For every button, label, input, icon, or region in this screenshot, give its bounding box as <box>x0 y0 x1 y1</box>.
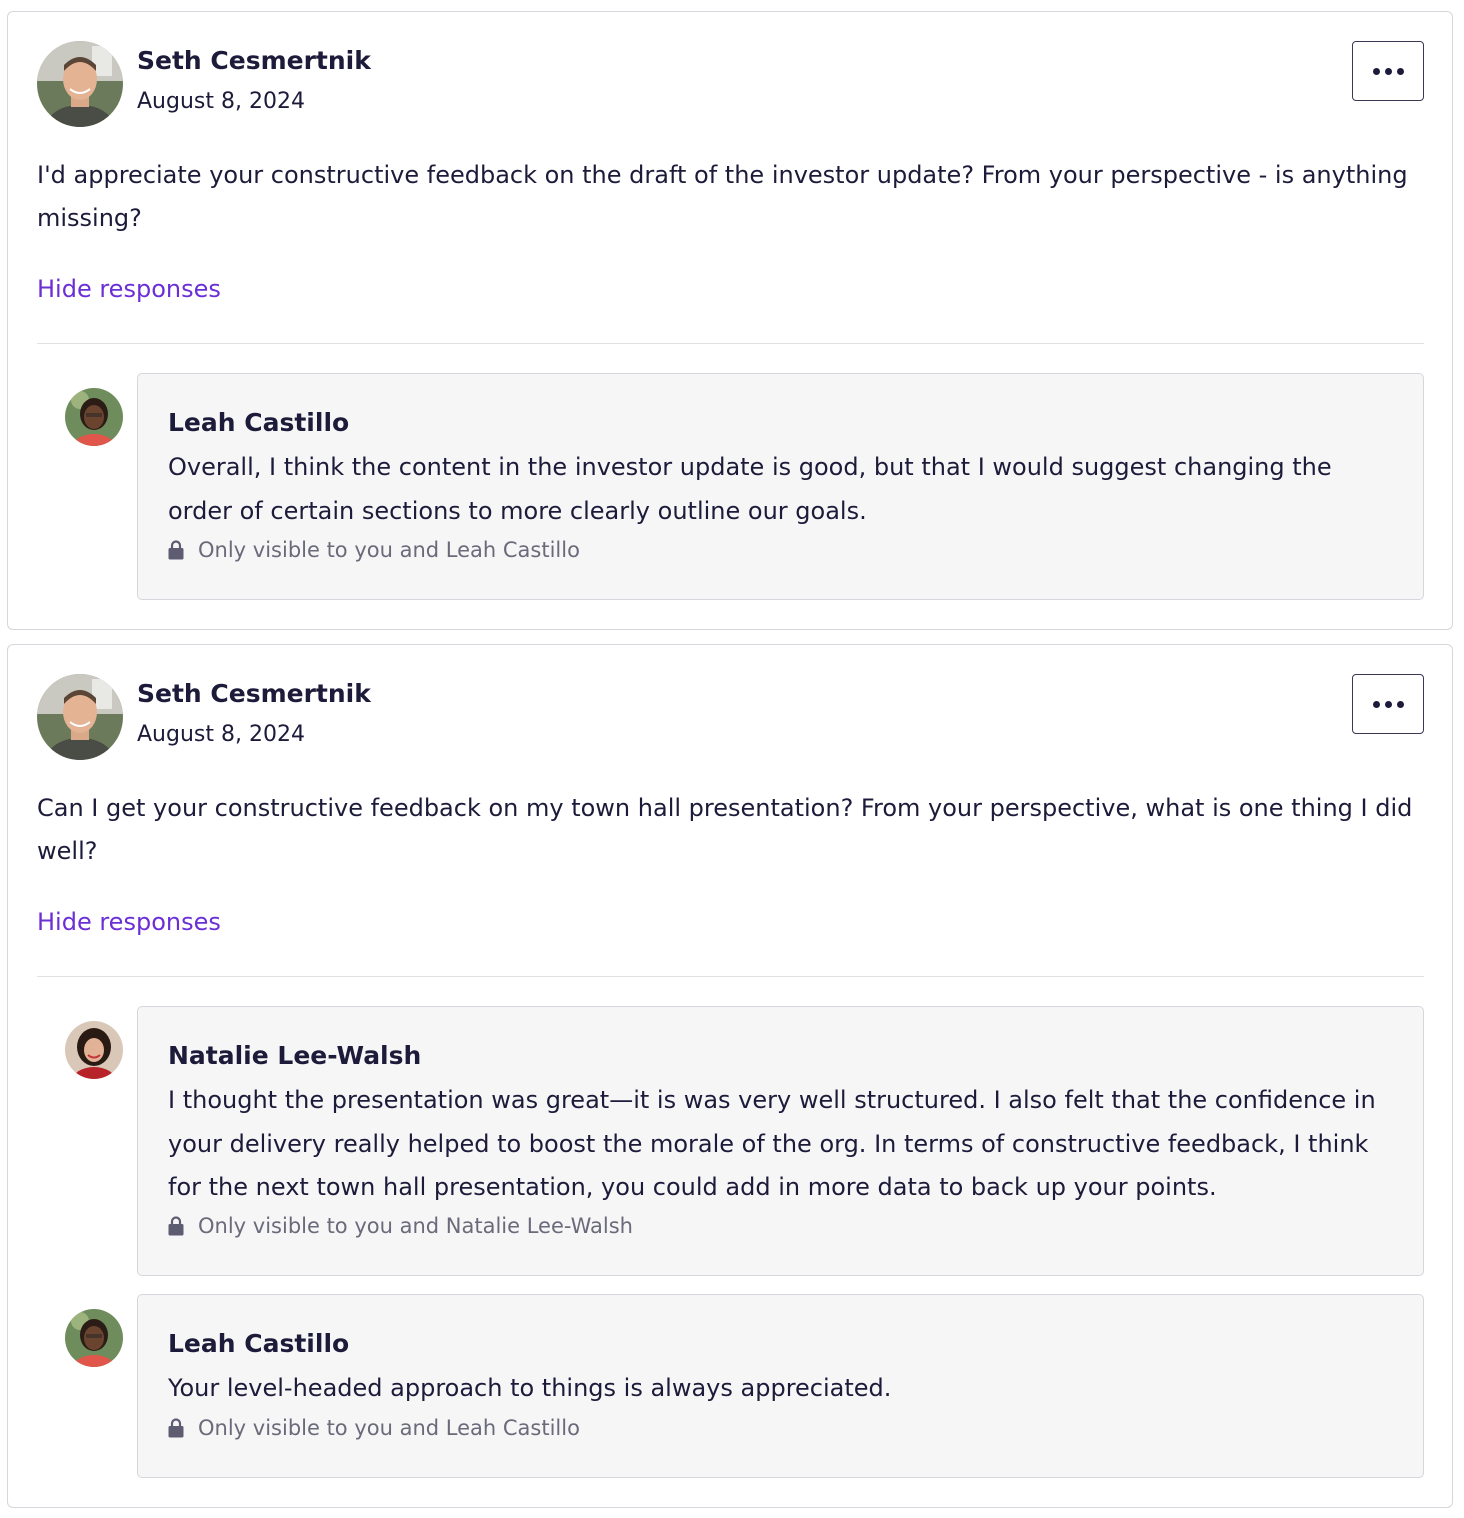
responder-avatar <box>65 1021 123 1079</box>
responder-name: Leah Castillo <box>168 408 350 437</box>
privacy-note: Only visible to you and Leah Castillo <box>168 538 580 562</box>
responder-avatar <box>65 1309 123 1367</box>
response-card: Leah Castillo Overall, I think the conte… <box>137 373 1424 600</box>
response-text: Overall, I think the content in the inve… <box>168 453 1332 525</box>
privacy-note: Only visible to you and Natalie Lee-Wals… <box>168 1214 633 1238</box>
privacy-text: Only visible to you and Natalie Lee-Wals… <box>198 1214 633 1238</box>
feedback-post: Seth Cesmertnik August 8, 2024 I'd appre… <box>7 11 1453 630</box>
divider <box>37 343 1424 344</box>
post-question: I'd appreciate your constructive feedbac… <box>37 161 1408 232</box>
more-horizontal-icon <box>1372 67 1380 75</box>
response-text: I thought the presentation was great—it … <box>168 1086 1376 1201</box>
more-options-button[interactable] <box>1352 674 1424 734</box>
lock-icon <box>168 1418 184 1438</box>
divider <box>37 976 1424 977</box>
author-avatar <box>37 674 123 760</box>
privacy-note: Only visible to you and Leah Castillo <box>168 1416 580 1440</box>
responder-name: Leah Castillo <box>168 1329 350 1358</box>
post-question: Can I get your constructive feedback on … <box>37 794 1413 865</box>
lock-icon <box>168 540 184 560</box>
post-date: August 8, 2024 <box>137 722 305 747</box>
post-date: August 8, 2024 <box>137 89 305 114</box>
feedback-post: Seth Cesmertnik August 8, 2024 Can I get… <box>7 644 1453 1508</box>
privacy-text: Only visible to you and Leah Castillo <box>198 1416 580 1440</box>
more-options-button[interactable] <box>1352 41 1424 101</box>
author-name: Seth Cesmertnik <box>137 46 371 75</box>
more-horizontal-icon <box>1372 700 1380 708</box>
responder-avatar <box>65 388 123 446</box>
response-card: Leah Castillo Your level-headed approach… <box>137 1294 1424 1478</box>
response-text: Your level-headed approach to things is … <box>168 1374 892 1402</box>
lock-icon <box>168 1216 184 1236</box>
hide-responses-link[interactable]: Hide responses <box>37 908 221 936</box>
hide-responses-link[interactable]: Hide responses <box>37 275 221 303</box>
author-name: Seth Cesmertnik <box>137 679 371 708</box>
privacy-text: Only visible to you and Leah Castillo <box>198 538 580 562</box>
response-card: Natalie Lee-Walsh I thought the presenta… <box>137 1006 1424 1276</box>
responder-name: Natalie Lee-Walsh <box>168 1041 422 1070</box>
author-avatar <box>37 41 123 127</box>
